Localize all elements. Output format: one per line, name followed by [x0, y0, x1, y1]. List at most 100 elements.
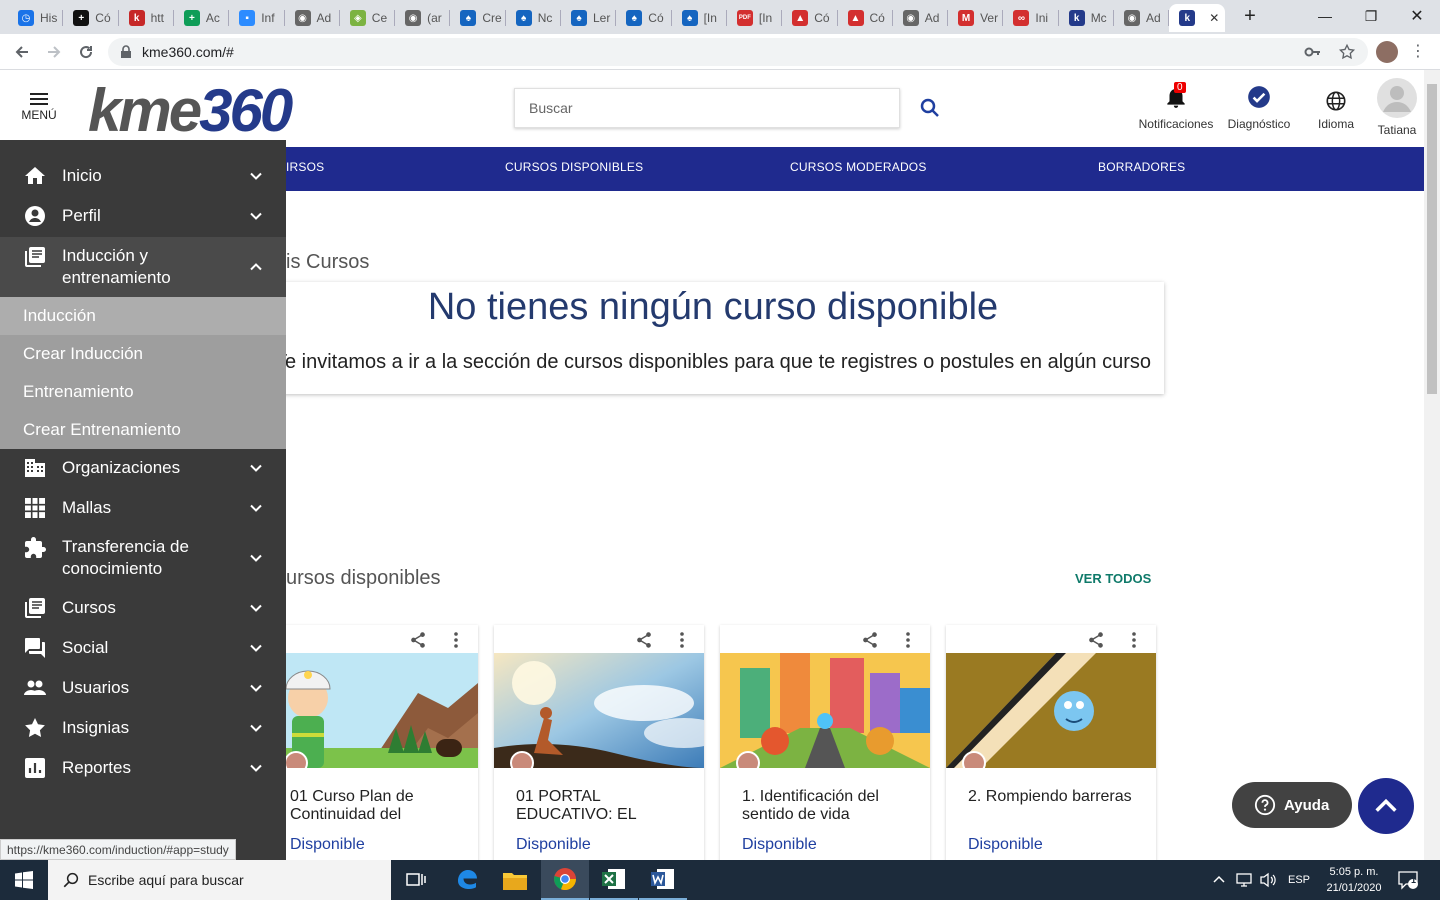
- search-icon[interactable]: [918, 96, 942, 120]
- browser-tab[interactable]: ▲ Có: [838, 4, 893, 32]
- browser-tab[interactable]: ♠ [In: [672, 4, 727, 32]
- kme360-logo[interactable]: kme360: [88, 76, 293, 145]
- maximize-icon[interactable]: ❐: [1348, 0, 1394, 32]
- sidebar-item-perfil[interactable]: Perfil: [0, 204, 286, 228]
- forward-icon[interactable]: [42, 40, 66, 64]
- help-button[interactable]: Ayuda: [1232, 782, 1352, 828]
- sidebar-subitem-entrenamiento[interactable]: Entrenamiento: [0, 373, 286, 411]
- more-options-icon[interactable]: [678, 631, 686, 649]
- excel-icon[interactable]: [590, 860, 638, 900]
- browser-tab[interactable]: + Ac: [174, 4, 229, 32]
- course-thumbnail[interactable]: [494, 653, 704, 768]
- input-language[interactable]: ESP: [1288, 860, 1310, 900]
- browser-tab-active[interactable]: k ✕: [1169, 4, 1226, 32]
- browser-tab[interactable]: ◉ (ar: [395, 4, 450, 32]
- course-thumbnail[interactable]: [720, 653, 930, 768]
- more-options-icon[interactable]: [452, 631, 460, 649]
- chrome-icon[interactable]: [541, 860, 589, 900]
- browser-tab[interactable]: ◉ Ad: [893, 4, 948, 32]
- sidebar-item-organizaciones[interactable]: Organizaciones: [0, 456, 286, 480]
- course-card[interactable]: 1. Identificación del sentido de vida Di…: [720, 625, 930, 860]
- taskbar-search[interactable]: Escribe aquí para buscar: [48, 860, 391, 900]
- page-scrollbar[interactable]: [1424, 70, 1440, 860]
- more-options-icon[interactable]: [1130, 631, 1138, 649]
- sidebar-item-usuarios[interactable]: Usuarios: [0, 676, 286, 700]
- browser-tab[interactable]: ◈ Ce: [340, 4, 395, 32]
- share-icon[interactable]: [408, 631, 428, 649]
- tab-moderated-courses[interactable]: CURSOS MODERADOS: [790, 160, 927, 174]
- tray-chevron-up-icon[interactable]: [1212, 860, 1226, 900]
- sidebar-item-induccion-entrenamiento[interactable]: Inducción y entrenamiento: [0, 237, 286, 297]
- taskbar-clock[interactable]: 5:05 p. m. 21/01/2020: [1314, 864, 1394, 896]
- browser-tab[interactable]: ♠ Nc: [506, 4, 561, 32]
- sidebar-item-reportes[interactable]: Reportes: [0, 756, 286, 780]
- browser-tab[interactable]: k Mc: [1059, 4, 1114, 32]
- course-card[interactable]: 2. Rompiendo barreras Disponible: [946, 625, 1156, 860]
- browser-tab[interactable]: ♠ Ler: [561, 4, 616, 32]
- sidebar-item-mallas[interactable]: Mallas: [0, 496, 286, 520]
- edge-icon[interactable]: [443, 860, 491, 900]
- browser-tab[interactable]: ∞ Ini: [1003, 4, 1058, 32]
- sidebar-subitem-crear-entrenamiento[interactable]: Crear Entrenamiento: [0, 411, 286, 449]
- browser-menu-icon[interactable]: ⋮: [1410, 42, 1426, 62]
- see-all-link[interactable]: VER TODOS: [1075, 571, 1151, 586]
- sidebar-item-transferencia[interactable]: Transferencia de conocimiento: [0, 536, 286, 580]
- task-view-icon[interactable]: [392, 860, 440, 900]
- course-title[interactable]: 01 PORTAL EDUCATIVO: EL: [516, 788, 686, 824]
- file-explorer-icon[interactable]: [491, 860, 539, 900]
- sidebar-subitem-induccion[interactable]: Inducción: [0, 297, 286, 335]
- word-icon[interactable]: [639, 860, 687, 900]
- browser-tab[interactable]: PDF [In: [727, 4, 782, 32]
- language-button[interactable]: Idioma: [1310, 90, 1362, 131]
- sidebar-item-insignias[interactable]: Insignias: [0, 716, 286, 740]
- share-icon[interactable]: [1086, 631, 1106, 649]
- scroll-to-top-button[interactable]: [1358, 778, 1414, 834]
- browser-tab[interactable]: ◷ His: [8, 4, 63, 32]
- scrollbar-thumb[interactable]: [1427, 84, 1437, 394]
- menu-button[interactable]: MENÚ: [18, 90, 60, 130]
- course-title[interactable]: 01 Curso Plan de Continuidad del: [290, 788, 460, 824]
- action-center-icon[interactable]: 1: [1398, 860, 1420, 900]
- sidebar-subitem-crear-induccion[interactable]: Crear Inducción: [0, 335, 286, 373]
- close-tab-icon[interactable]: ✕: [1209, 11, 1219, 25]
- tab-drafts[interactable]: BORRADORES: [1098, 160, 1185, 174]
- close-window-icon[interactable]: ✕: [1394, 0, 1440, 32]
- reload-icon[interactable]: [74, 40, 98, 64]
- browser-tab[interactable]: ◉ Ad: [1114, 4, 1169, 32]
- volume-icon[interactable]: [1260, 860, 1278, 900]
- browser-tab[interactable]: ♠ Có: [616, 4, 671, 32]
- course-thumbnail[interactable]: [946, 653, 1156, 768]
- sidebar-item-social[interactable]: Social: [0, 636, 286, 660]
- bookmark-star-icon[interactable]: [1338, 43, 1356, 61]
- sidebar-item-inicio[interactable]: Inicio: [0, 164, 286, 188]
- browser-tab[interactable]: k htt: [119, 4, 174, 32]
- browser-tab[interactable]: + Có: [63, 4, 118, 32]
- share-icon[interactable]: [860, 631, 880, 649]
- omnibox[interactable]: kme360.com/#: [108, 38, 1368, 66]
- browser-tab[interactable]: ♠ Cre: [450, 4, 505, 32]
- tab-my-courses[interactable]: IRSOS: [286, 160, 324, 174]
- course-title[interactable]: 2. Rompiendo barreras: [968, 788, 1138, 806]
- profile-avatar[interactable]: [1376, 41, 1398, 63]
- minimize-icon[interactable]: —: [1302, 0, 1348, 32]
- course-card[interactable]: 01 Curso Plan de Continuidad del Disponi…: [268, 625, 478, 860]
- network-icon[interactable]: [1236, 860, 1254, 900]
- new-tab-button[interactable]: +: [1227, 0, 1273, 32]
- notifications-button[interactable]: 0 Notificaciones: [1134, 82, 1218, 131]
- browser-tab[interactable]: ▪ Inf: [229, 4, 284, 32]
- search-input[interactable]: [515, 89, 899, 127]
- course-card[interactable]: 01 PORTAL EDUCATIVO: EL Disponible: [494, 625, 704, 860]
- key-icon[interactable]: [1304, 44, 1322, 60]
- browser-tab[interactable]: M Ver: [948, 4, 1003, 32]
- user-menu[interactable]: Tatiana: [1372, 78, 1422, 137]
- sidebar-item-cursos[interactable]: Cursos: [0, 596, 286, 620]
- windows-start-icon[interactable]: [0, 860, 48, 900]
- tab-available-courses[interactable]: CURSOS DISPONIBLES: [505, 160, 643, 174]
- more-options-icon[interactable]: [904, 631, 912, 649]
- diagnostic-button[interactable]: Diagnóstico: [1222, 84, 1296, 131]
- course-title[interactable]: 1. Identificación del sentido de vida: [742, 788, 912, 824]
- course-thumbnail[interactable]: [268, 653, 478, 768]
- browser-tab[interactable]: ▲ Có: [782, 4, 837, 32]
- back-icon[interactable]: [10, 40, 34, 64]
- share-icon[interactable]: [634, 631, 654, 649]
